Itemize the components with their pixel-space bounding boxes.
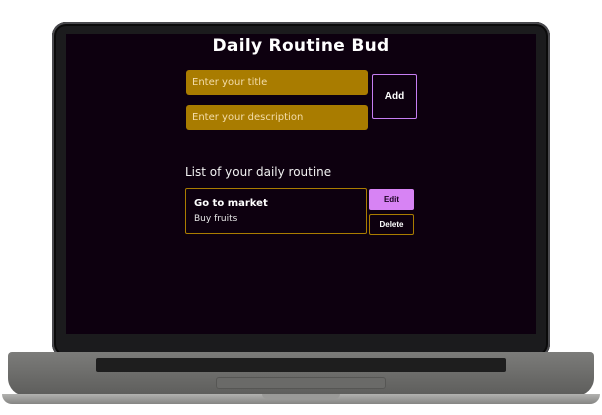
laptop-notch [262, 394, 340, 399]
list-heading: List of your daily routine [185, 165, 332, 179]
add-button[interactable]: Add [372, 74, 417, 119]
routine-description: Buy fruits [194, 214, 238, 224]
delete-button[interactable]: Delete [369, 214, 414, 235]
description-input[interactable] [186, 105, 368, 130]
routine-card: Go to market Buy fruits [185, 188, 367, 234]
edit-button[interactable]: Edit [369, 189, 414, 210]
laptop-keyboard [96, 358, 506, 372]
page-title: Daily Routine Bud [212, 36, 390, 56]
laptop-frame: Daily Routine Bud Add List of your daily… [0, 0, 602, 415]
app-screen: Daily Routine Bud Add List of your daily… [66, 34, 536, 334]
title-input[interactable] [186, 70, 368, 95]
routine-title: Go to market [194, 198, 268, 209]
laptop-trackpad [216, 377, 386, 389]
